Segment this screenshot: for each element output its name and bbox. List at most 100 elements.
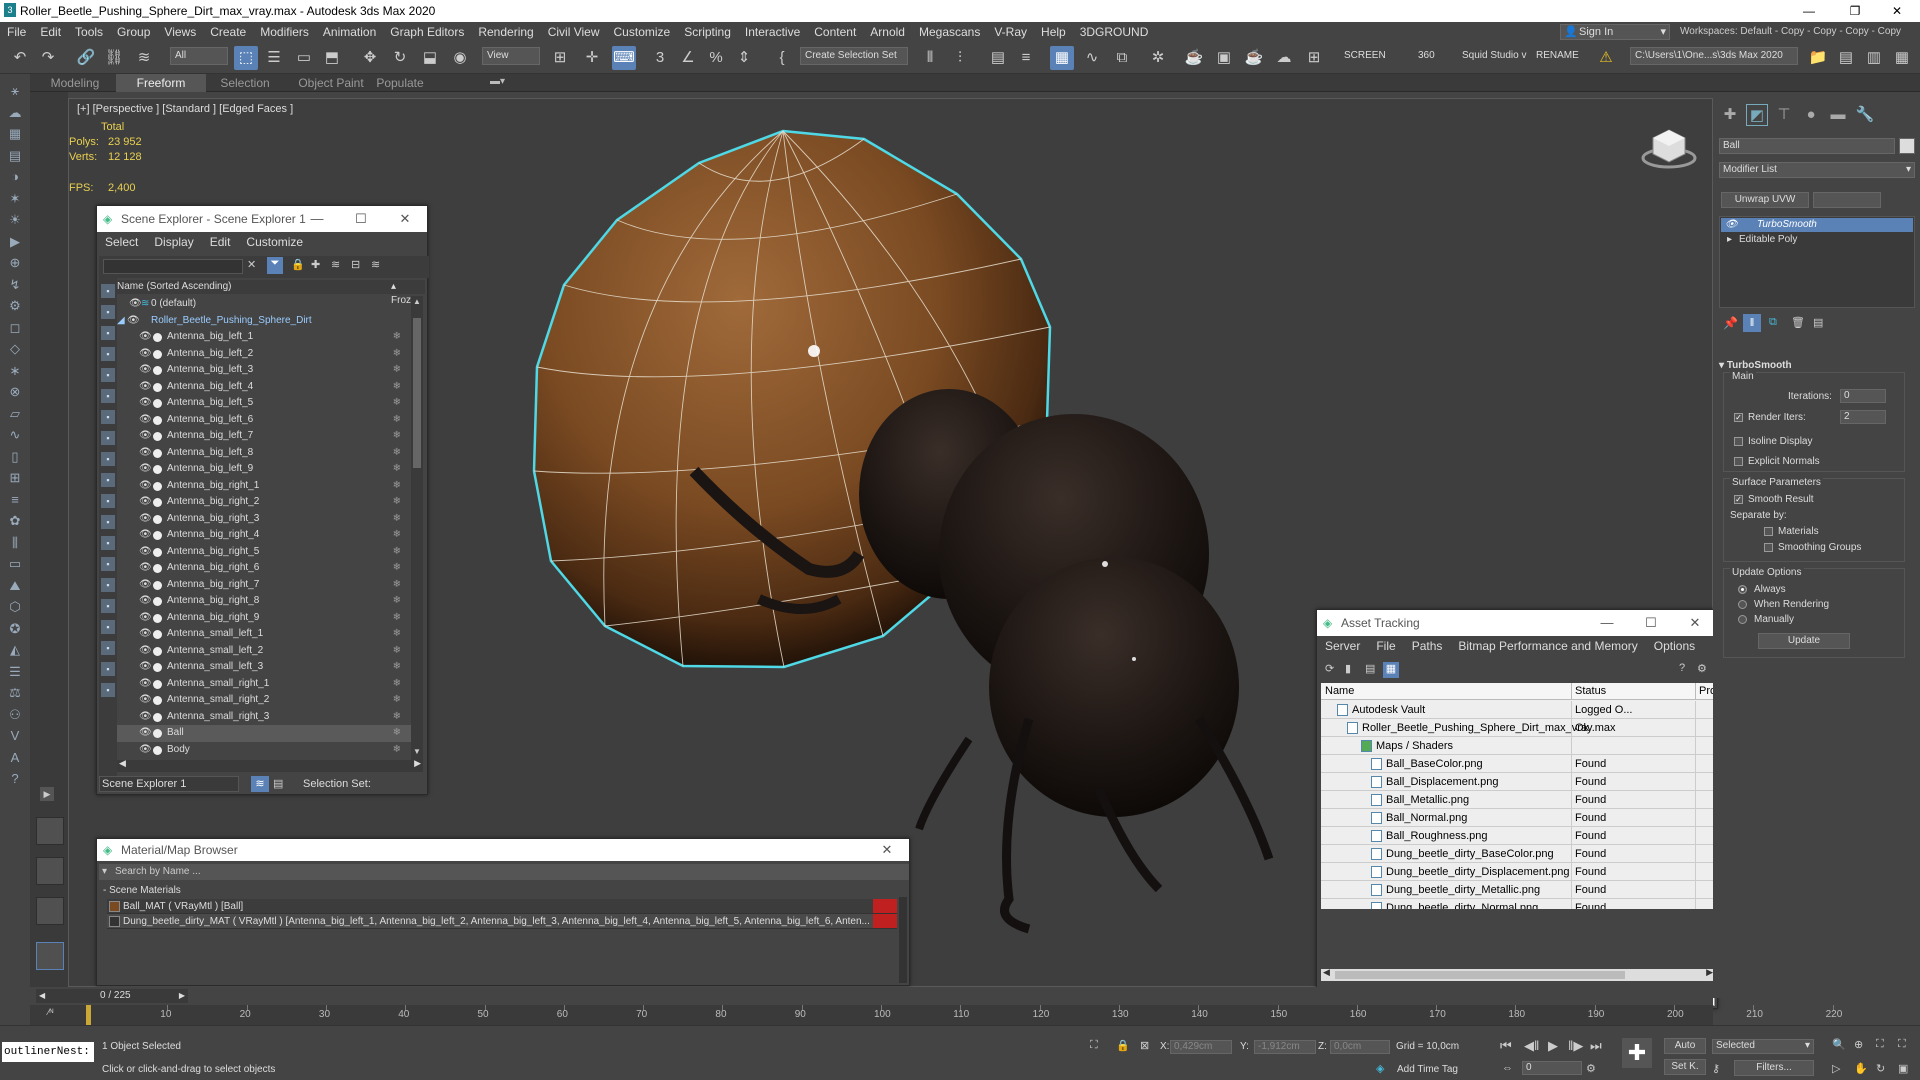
rotate-icon[interactable]: ↻	[388, 46, 412, 70]
patch-icon[interactable]: ▱	[4, 403, 26, 425]
menu-scripting[interactable]: Scripting	[677, 22, 738, 42]
scroll-left-icon[interactable]: ◀	[119, 758, 126, 769]
menu-help[interactable]: Help	[1034, 22, 1073, 42]
geometry-icon[interactable]: ◻	[4, 317, 26, 339]
tree-row[interactable]: 👁 Antenna_big_left_5 ❄	[117, 395, 411, 412]
keyboard-shortcut-override-icon[interactable]: ⌨	[612, 46, 636, 70]
materials-checkbox[interactable]	[1764, 527, 1773, 536]
tree-row[interactable]: 👁 Antenna_big_right_6 ❄	[117, 560, 411, 577]
maxscript-listener[interactable]: outlinerNest:	[2, 1042, 94, 1062]
eye-icon[interactable]: 👁	[139, 676, 152, 693]
railing-icon[interactable]: ⫼	[4, 532, 26, 554]
mass-fx-icon[interactable]: ⚖	[4, 682, 26, 704]
maximize-viewport-icon[interactable]: ▣	[1898, 1062, 1908, 1075]
menu-rendering[interactable]: Rendering	[471, 22, 540, 42]
key-filter-icon[interactable]: ⚷	[1712, 1062, 1720, 1075]
select-all-icon[interactable]: ▪	[101, 620, 115, 634]
y-coordinate-field[interactable]: -1,912cm	[1254, 1040, 1316, 1054]
tree-row[interactable]: 👁 Antenna_big_left_6 ❄	[117, 412, 411, 429]
add-layer-icon[interactable]: ✚	[311, 258, 320, 271]
systems-icon[interactable]: ⚙	[4, 295, 26, 317]
place-icon[interactable]: ◉	[448, 46, 472, 70]
tree-row[interactable]: 👁 Antenna_small_left_2 ❄	[117, 643, 411, 660]
auto-key-button[interactable]: Auto	[1664, 1038, 1706, 1054]
stack-item-turbosmooth[interactable]: 👁 TurboSmooth	[1721, 218, 1913, 232]
bones-filter-icon[interactable]: ▪	[101, 473, 115, 487]
curve-editor-icon[interactable]: ∿	[1080, 46, 1104, 70]
tree-row[interactable]: 👁 Ball ❄	[117, 725, 411, 742]
render-iters-spinner[interactable]: 2	[1840, 410, 1886, 424]
tree-row[interactable]: 👁 Antenna_small_left_3 ❄	[117, 659, 411, 676]
ribbon-tab-freeform[interactable]: Freeform	[116, 74, 206, 92]
eye-icon[interactable]: 👁	[139, 494, 152, 511]
workspaces-selector[interactable]: Workspaces: Default - Copy - Copy - Copy…	[1680, 24, 1901, 40]
eye-icon[interactable]: 👁	[139, 742, 152, 759]
minimize-button[interactable]: —	[1786, 0, 1832, 22]
tree-row[interactable]: 👁 Body ❄	[117, 742, 411, 759]
eye-icon[interactable]: 👁	[139, 725, 152, 742]
key-mode-toggle-icon[interactable]: ⇔	[1502, 1062, 1513, 1074]
frozen-toggle-icon[interactable]: ❄	[393, 626, 401, 643]
scroll-up-icon[interactable]: ▲	[413, 298, 421, 306]
eye-icon[interactable]: 👁	[127, 313, 140, 330]
scroll-down-icon[interactable]: ▼	[413, 748, 421, 756]
modifier-icon[interactable]: ⬡	[4, 596, 26, 618]
isolate-selection-icon[interactable]: ⛶	[1090, 1039, 1098, 1052]
project-icon-b[interactable]: ▥	[1862, 46, 1886, 70]
col-name[interactable]: Name	[1325, 683, 1354, 700]
asset-row[interactable]: Maps / Shaders	[1321, 737, 1715, 755]
layer-row[interactable]: 👁 ≋ 0 (default)	[117, 296, 411, 313]
pan-icon[interactable]: ✋	[1854, 1062, 1868, 1075]
containers-filter-icon[interactable]: ▪	[101, 515, 115, 529]
ribbon-tab-populate[interactable]: Populate	[360, 74, 440, 92]
asset-row[interactable]: Ball_Displacement.png Found	[1321, 773, 1715, 791]
z-coordinate-field[interactable]: 0,0cm	[1330, 1040, 1390, 1054]
make-unique-icon[interactable]: ⧉	[1769, 316, 1777, 329]
refresh-icon[interactable]: ⟳	[1325, 662, 1334, 675]
rectangular-selection-icon[interactable]: ▭	[292, 46, 316, 70]
frozen-toggle-icon[interactable]: ❄	[393, 560, 401, 577]
ribbon-options-icon[interactable]: ▬▾	[490, 76, 505, 87]
menu-customize[interactable]: Customize	[607, 22, 678, 42]
create-icon[interactable]: ⚹	[4, 80, 26, 102]
zoom-icon[interactable]: 🔍	[1832, 1038, 1846, 1051]
menu-3dground[interactable]: 3DGROUND	[1073, 22, 1156, 42]
eye-icon[interactable]: 👁	[139, 544, 152, 561]
arnold-icon[interactable]: A	[4, 747, 26, 769]
warning-icon[interactable]: ⚠	[1594, 46, 1618, 70]
screen-button[interactable]: SCREEN	[1344, 47, 1386, 65]
filter-invert-icon[interactable]: ▪	[101, 599, 115, 613]
lights-filter-icon[interactable]: ▪	[101, 347, 115, 361]
display-none-icon[interactable]: ▪	[101, 284, 115, 298]
schematic-view-icon[interactable]: ⧉	[1110, 46, 1134, 70]
populate-icon[interactable]: ⚇	[4, 704, 26, 726]
menu-views[interactable]: Views	[157, 22, 203, 42]
menu-animation[interactable]: Animation	[316, 22, 383, 42]
frozen-toggle-icon[interactable]: ❄	[393, 527, 401, 544]
book-icon[interactable]: ▪	[101, 683, 115, 697]
bind-spacewarp-icon[interactable]: ≋	[132, 46, 156, 70]
create-tab-icon[interactable]: ✚	[1719, 104, 1741, 126]
unwrap-uvw-button[interactable]: Unwrap UVW	[1721, 192, 1809, 208]
smoothing-groups-checkbox[interactable]	[1764, 543, 1773, 552]
render-iters-checkbox[interactable]: ✓	[1734, 413, 1743, 422]
render-in-cloud-icon[interactable]: ☁	[1272, 46, 1296, 70]
eye-icon[interactable]: 👁	[139, 709, 152, 726]
asset-row[interactable]: Ball_Metallic.png Found	[1321, 791, 1715, 809]
reference-coordinate-dropdown[interactable]: View	[482, 47, 540, 65]
frozen-toggle-icon[interactable]: ❄	[393, 725, 401, 742]
manually-radio[interactable]	[1738, 615, 1747, 624]
asset-hscrollbar[interactable]: ◀ ▶	[1321, 967, 1715, 981]
frozen-toggle-icon[interactable]: ❄	[393, 577, 401, 594]
toggle-ribbon-icon[interactable]: ▦	[1050, 46, 1074, 70]
render-setup-icon[interactable]: ☕	[1182, 46, 1206, 70]
rename-button[interactable]: RENAME	[1536, 47, 1579, 65]
layout-tab-3[interactable]	[36, 897, 64, 925]
show-end-result-icon[interactable]: ‖	[1743, 314, 1761, 332]
se-menu-select[interactable]: Select	[97, 235, 146, 249]
asset-row[interactable]: Dung_beetle_dirty_Normal.png Found	[1321, 899, 1715, 909]
eye-icon[interactable]: 👁	[139, 395, 152, 412]
spacewarps-filter-icon[interactable]: ▪	[101, 410, 115, 424]
isoline-checkbox[interactable]	[1734, 437, 1743, 446]
menu-civil-view[interactable]: Civil View	[541, 22, 607, 42]
